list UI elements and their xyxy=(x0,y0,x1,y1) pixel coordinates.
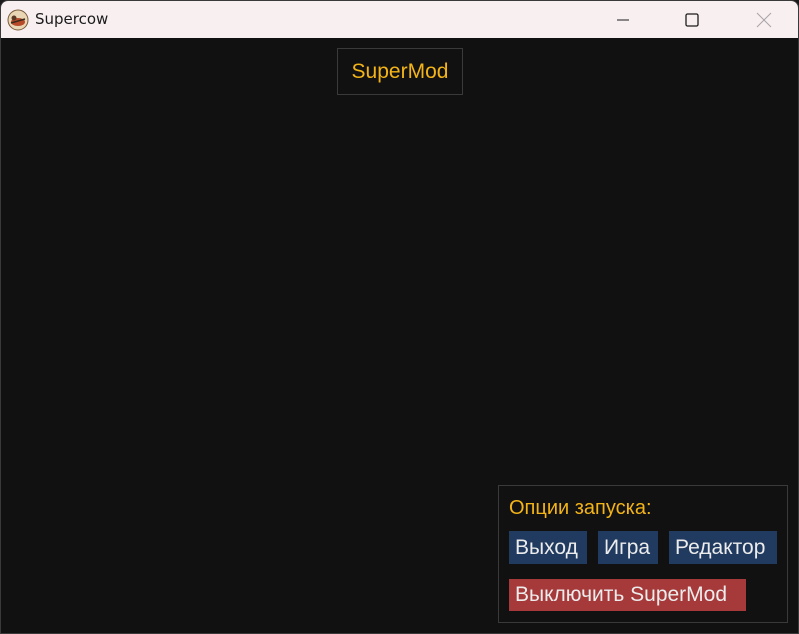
launch-options-title: Опции запуска: xyxy=(509,497,652,519)
app-window: Supercow SuperMod Опции запуска: Выход И… xyxy=(0,0,799,634)
launch-options-panel: Опции запуска: Выход Игра Редактор Выклю… xyxy=(498,485,788,623)
close-button[interactable] xyxy=(741,1,787,38)
close-icon xyxy=(756,12,772,27)
exit-button[interactable]: Выход xyxy=(509,531,587,564)
title-bar[interactable]: Supercow xyxy=(1,1,798,38)
main-canvas: SuperMod Опции запуска: Выход Игра Редак… xyxy=(1,38,798,633)
game-button[interactable]: Игра xyxy=(598,531,658,564)
supermod-label: SuperMod xyxy=(337,48,463,95)
maximize-button[interactable] xyxy=(669,1,715,38)
supercow-app-icon xyxy=(7,9,29,31)
maximize-icon xyxy=(685,12,699,27)
disable-supermod-button[interactable]: Выключить SuperMod xyxy=(509,579,746,611)
minimize-icon xyxy=(617,19,629,20)
minimize-button[interactable] xyxy=(600,1,646,38)
window-title: Supercow xyxy=(35,10,109,28)
editor-button[interactable]: Редактор xyxy=(669,531,777,564)
